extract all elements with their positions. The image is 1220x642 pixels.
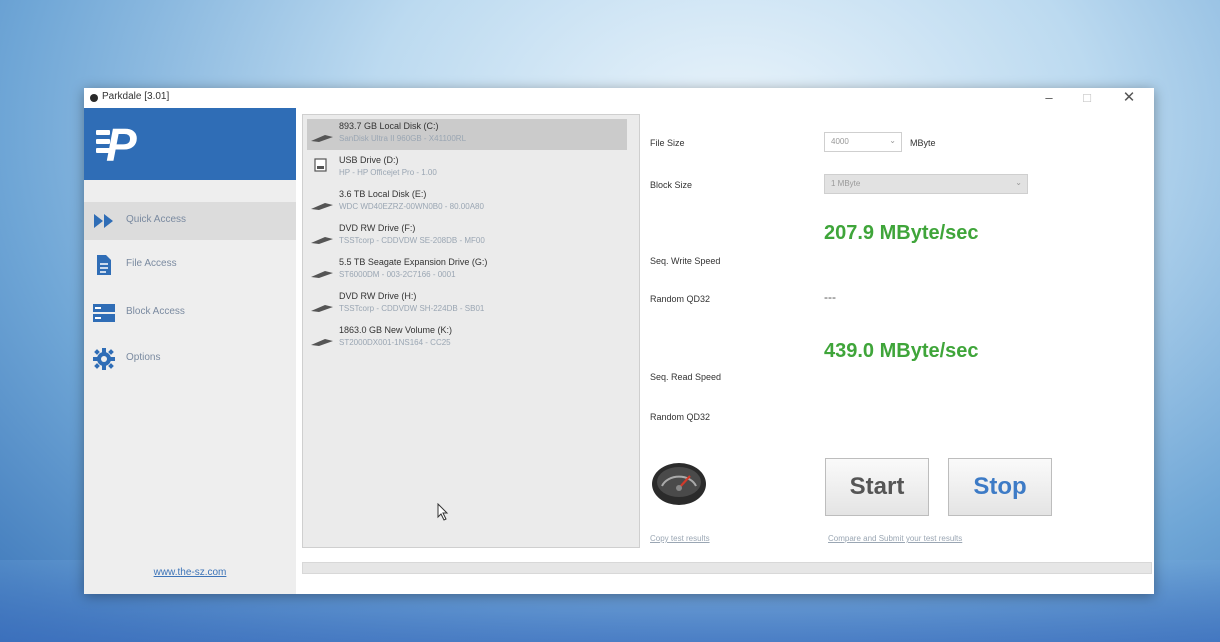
window-title: Parkdale [3.01] (102, 91, 170, 102)
chevron-down-icon: ⌄ (889, 136, 896, 145)
seq-write-label: Seq. Write Speed (650, 256, 721, 266)
blocks-icon (93, 304, 115, 322)
drive-item[interactable]: 5.5 TB Seagate Expansion Drive (G:) ST60… (307, 255, 627, 286)
drive-item[interactable]: 1863.0 GB New Volume (K:) ST2000DX001-1N… (307, 323, 627, 354)
random-write-label: Random QD32 (650, 294, 711, 304)
sidebar-item-block-access[interactable]: Block Access (84, 294, 296, 332)
hard-disk-icon (311, 271, 333, 278)
fast-forward-icon (94, 214, 113, 228)
minimize-button[interactable]: – (1034, 88, 1064, 108)
drive-name: 893.7 GB Local Disk (C:) (339, 121, 439, 131)
drive-item[interactable]: 893.7 GB Local Disk (C:) SanDisk Ultra I… (307, 119, 627, 150)
drive-detail: TSSTcorp - CDDVDW SH-224DB - SB01 (339, 304, 485, 313)
block-size-value: 1 MByte (831, 179, 861, 188)
sidebar-item-label: Quick Access (126, 214, 187, 225)
close-button[interactable]: ✕ (1114, 88, 1144, 108)
speedometer-icon (652, 463, 706, 505)
drive-detail: ST6000DM - 003-2C7166 - 0001 (339, 270, 456, 279)
drive-name: USB Drive (D:) (339, 155, 399, 165)
file-size-select[interactable]: 4000 ⌄ (824, 132, 902, 152)
logo-letter: P (106, 119, 137, 171)
drive-detail: HP - HP Officejet Pro - 1.00 (339, 168, 437, 177)
file-icon (97, 255, 111, 275)
start-button[interactable]: Start (825, 458, 929, 516)
drive-detail: WDC WD40EZRZ-00WN0B0 - 80.00A80 (339, 202, 484, 211)
drive-detail: SanDisk Ultra II 960GB - X41100RL (339, 134, 467, 143)
stop-button[interactable]: Stop (948, 458, 1052, 516)
sidebar-item-file-access[interactable]: File Access (84, 246, 296, 284)
hard-disk-icon (311, 203, 333, 210)
block-size-label: Block Size (650, 180, 693, 190)
drive-list: 893.7 GB Local Disk (C:) SanDisk Ultra I… (302, 114, 640, 548)
sidebar-item-quick-access[interactable]: Quick Access (84, 202, 296, 240)
drive-item[interactable]: USB Drive (D:) HP - HP Officejet Pro - 1… (307, 153, 627, 184)
sidebar: P Quick Access File Access Block Access … (84, 108, 296, 594)
sidebar-item-label: Options (126, 352, 161, 363)
drive-detail: TSSTcorp - CDDVDW SE-208DB - MF00 (339, 236, 485, 245)
file-size-value: 4000 (831, 137, 849, 146)
optical-drive-icon (311, 237, 333, 244)
hard-disk-icon (311, 339, 333, 346)
gear-icon (93, 348, 115, 370)
drive-item[interactable]: DVD RW Drive (F:) TSSTcorp - CDDVDW SE-2… (307, 221, 627, 252)
optical-drive-icon (311, 305, 333, 312)
file-size-label: File Size (650, 138, 685, 148)
drive-item[interactable]: DVD RW Drive (H:) TSSTcorp - CDDVDW SH-2… (307, 289, 627, 320)
usb-drive-icon (314, 158, 327, 172)
hard-disk-icon (311, 135, 333, 142)
compare-submit-link[interactable]: Compare and Submit your test results (828, 534, 962, 543)
file-size-unit: MByte (910, 138, 936, 148)
website-link[interactable]: www.the-sz.com (84, 567, 296, 578)
seq-read-label: Seq. Read Speed (650, 372, 722, 382)
app-logo: P (84, 108, 296, 180)
seq-read-value: 439.0 MByte/sec (824, 340, 979, 362)
app-icon (90, 94, 98, 102)
seq-write-value: 207.9 MByte/sec (824, 222, 979, 244)
random-write-value: --- (824, 290, 836, 304)
block-size-select[interactable]: 1 MByte ⌄ (824, 174, 1028, 194)
drive-name: DVD RW Drive (H:) (339, 291, 417, 301)
drive-name: 5.5 TB Seagate Expansion Drive (G:) (339, 257, 488, 267)
title-bar: Parkdale [3.01] – □ ✕ (84, 88, 1154, 108)
random-read-label: Random QD32 (650, 412, 711, 422)
drive-item[interactable]: 3.6 TB Local Disk (E:) WDC WD40EZRZ-00WN… (307, 187, 627, 218)
sidebar-item-label: Block Access (126, 306, 185, 317)
drive-name: 3.6 TB Local Disk (E:) (339, 189, 427, 199)
app-window: Parkdale [3.01] – □ ✕ P Quick Access Fil… (84, 88, 1154, 594)
sidebar-item-options[interactable]: Options (84, 340, 296, 378)
drive-name: DVD RW Drive (F:) (339, 223, 416, 233)
mouse-pointer-icon (437, 503, 449, 521)
copy-results-link[interactable]: Copy test results (650, 534, 710, 543)
drive-detail: ST2000DX001-1NS164 - CC25 (339, 338, 451, 347)
sidebar-item-label: File Access (126, 258, 177, 269)
drive-name: 1863.0 GB New Volume (K:) (339, 325, 453, 335)
chevron-down-icon: ⌄ (1015, 178, 1022, 187)
progress-bar (302, 562, 1152, 574)
maximize-button[interactable]: □ (1072, 88, 1102, 108)
